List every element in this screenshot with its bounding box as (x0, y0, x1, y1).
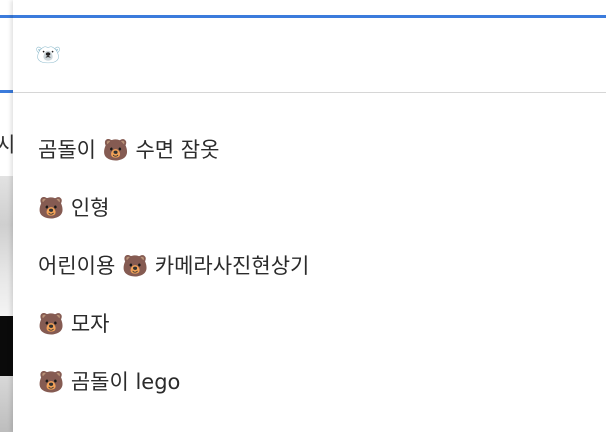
suggestion-list: 곰돌이 🐻 수면 잠옷 🐻 인형 어린이용 🐻 카메라사진현상기 🐻 모자 🐻 … (13, 120, 606, 410)
background-image-fragment-lower (0, 376, 13, 432)
search-bar (13, 18, 606, 93)
page: 시 곰돌이 🐻 수면 잠옷 🐻 인형 어린이용 🐻 카메라사진현상기 🐻 모자 … (0, 0, 606, 432)
suggestion-item[interactable]: 🐻 모자 (13, 294, 606, 352)
suggestion-item[interactable]: 🐻 인형 (13, 178, 606, 236)
suggestion-item[interactable]: 곰돌이 🐻 수면 잠옷 (13, 120, 606, 178)
background-image-fragment (0, 176, 13, 316)
search-input[interactable] (35, 35, 575, 75)
background-dark-fragment (0, 316, 13, 376)
suggestion-item[interactable]: 🐻 곰돌이 lego (13, 352, 606, 410)
background-partial-text: 시 (0, 133, 13, 157)
background-accent-line (0, 15, 13, 18)
background-accent-line-lower (0, 90, 13, 93)
search-suggestion-dropdown: 곰돌이 🐻 수면 잠옷 🐻 인형 어린이용 🐻 카메라사진현상기 🐻 모자 🐻 … (13, 0, 606, 432)
suggestion-item[interactable]: 어린이용 🐻 카메라사진현상기 (13, 236, 606, 294)
